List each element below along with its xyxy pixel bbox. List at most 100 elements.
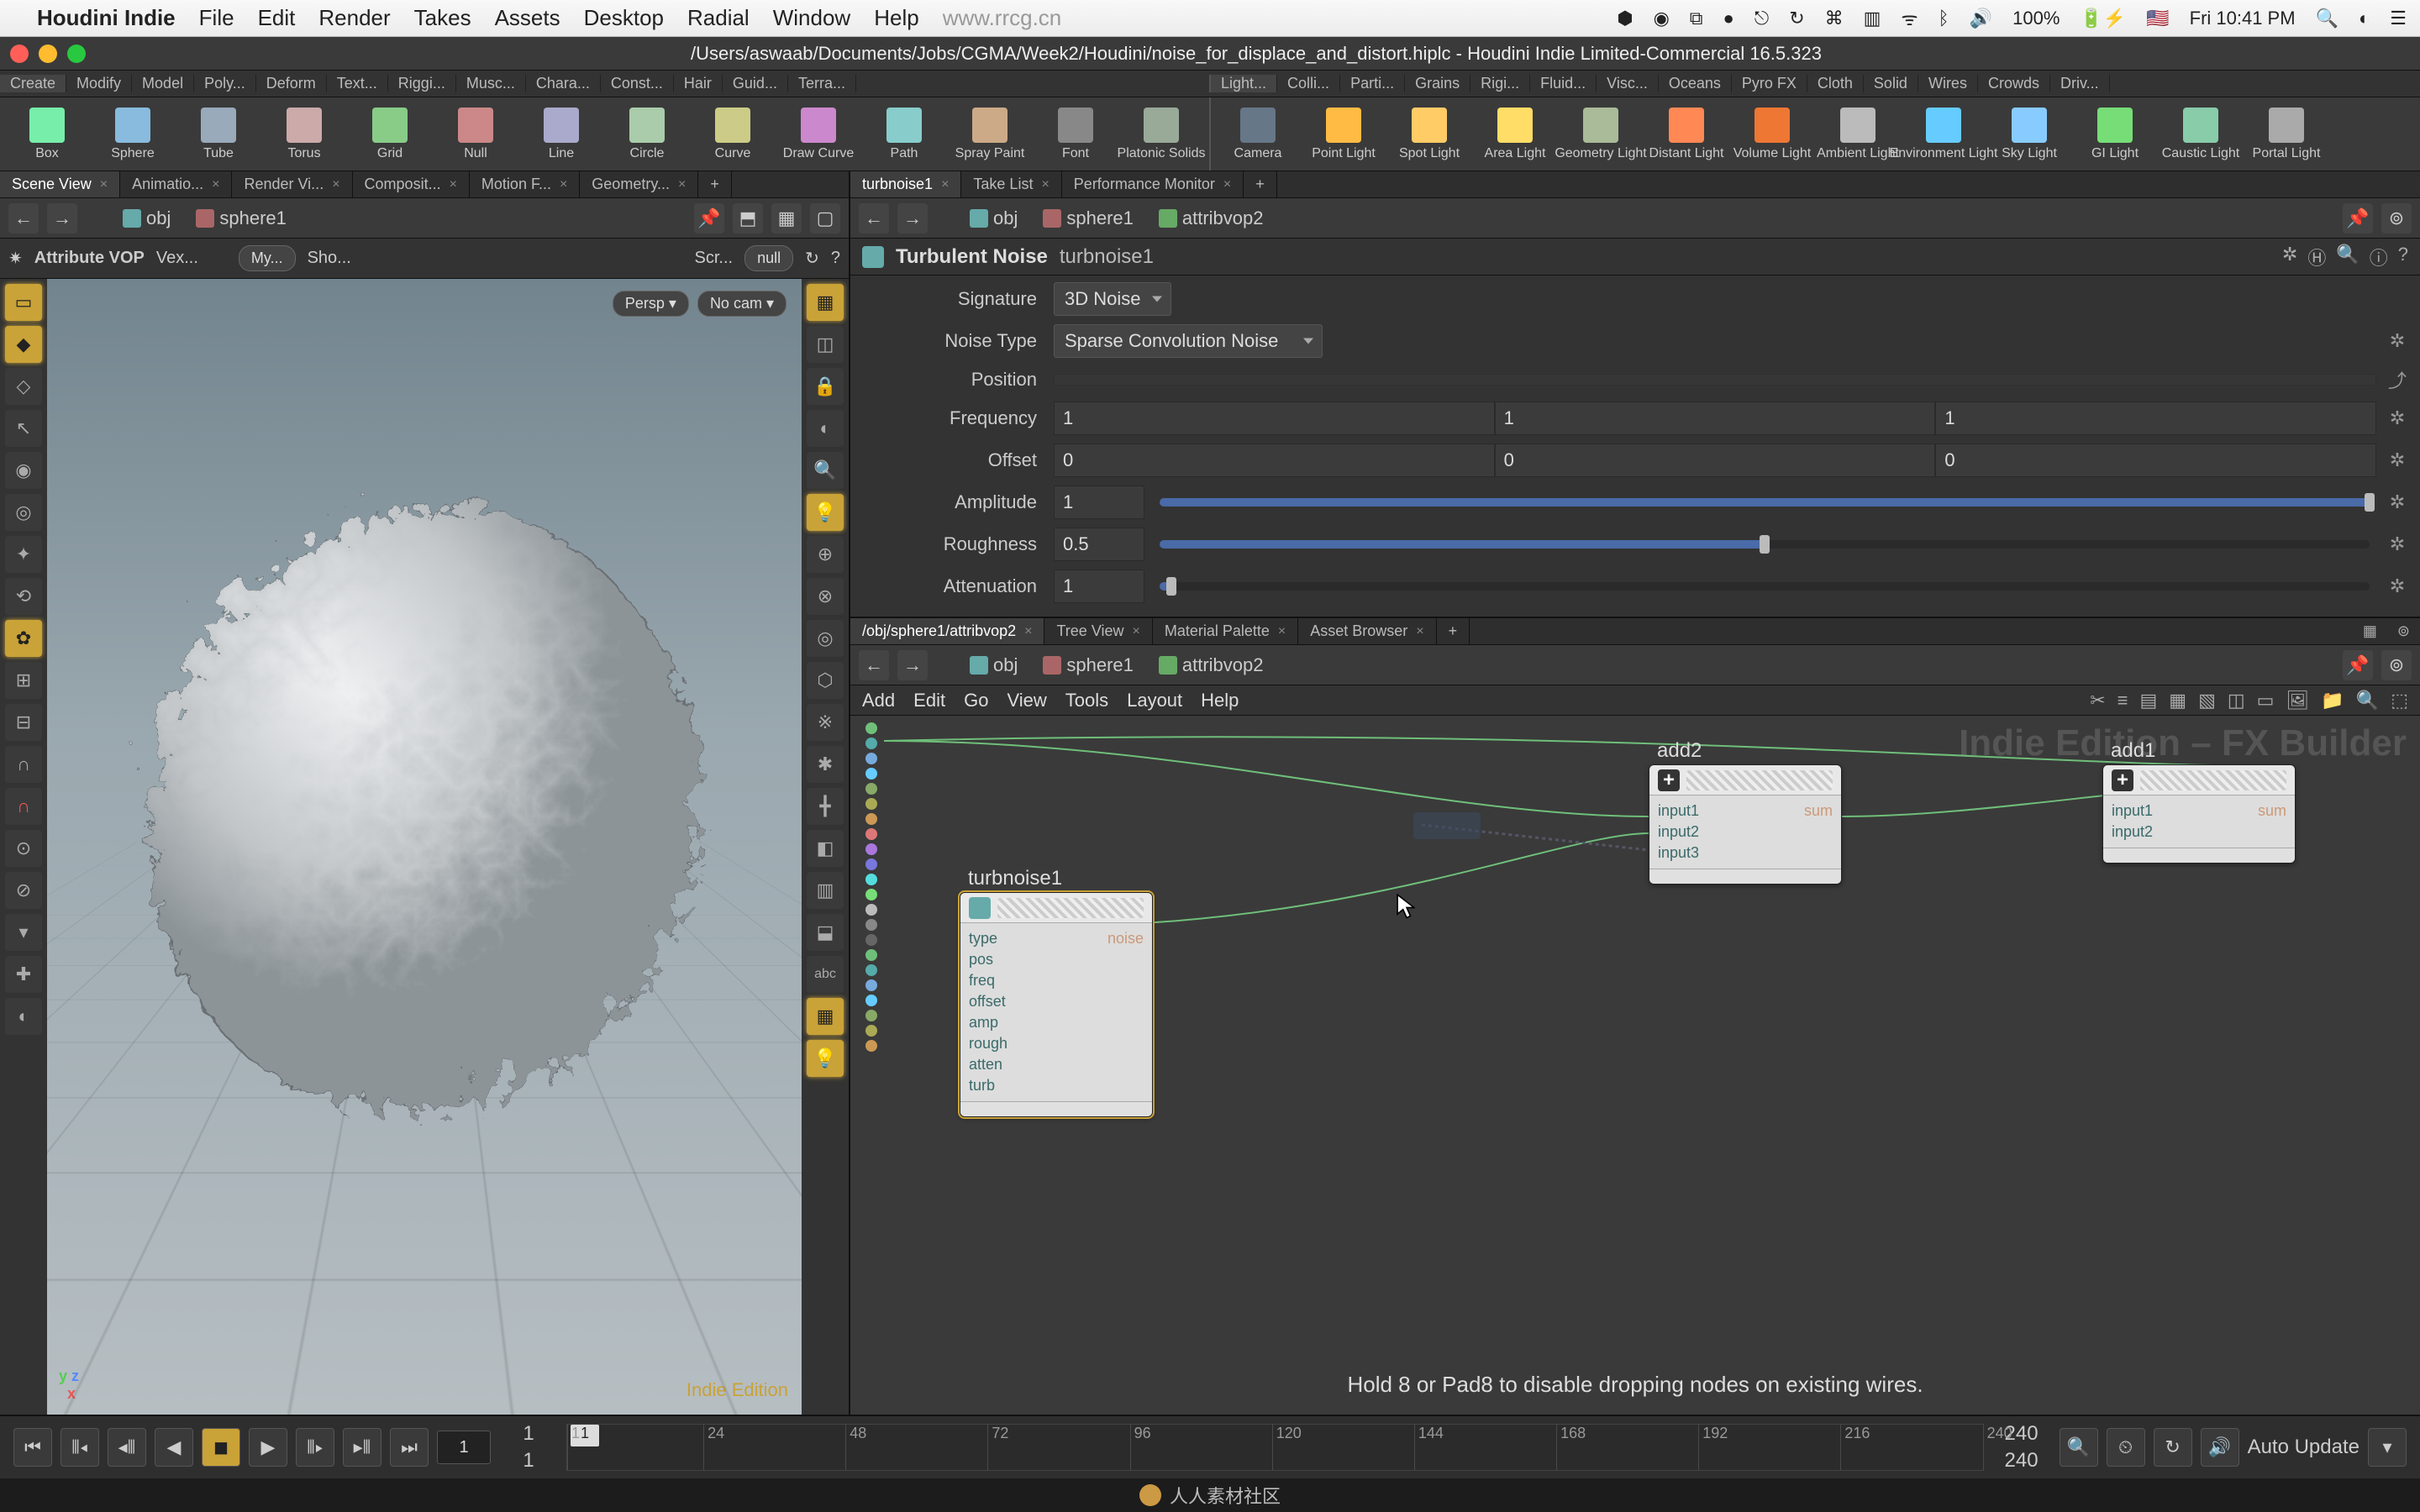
shelf-tool[interactable]: Curve (692, 101, 773, 168)
shelf-tool[interactable]: Point Light (1303, 101, 1384, 168)
shelf-tool[interactable]: Platonic Solids (1121, 101, 1202, 168)
clock[interactable]: Fri 10:41 PM (2190, 8, 2296, 29)
path-sphere1[interactable]: sphere1 (187, 204, 295, 233)
display-option-icon[interactable]: ▦ (807, 284, 844, 321)
tool-icon[interactable]: ◎ (5, 494, 42, 531)
status-icon[interactable]: ⬢ (1617, 8, 1633, 29)
global-input-port[interactable] (865, 858, 877, 870)
pane-tab[interactable]: Geometry...× (580, 171, 698, 197)
tool-icon[interactable]: ⊞ (5, 662, 42, 699)
off-y[interactable]: 0 (1495, 444, 1936, 477)
dropbox-icon[interactable]: ⧉ (1690, 8, 1703, 29)
light-icon[interactable]: 💡 (807, 494, 844, 531)
pin-icon[interactable]: 📌 (2343, 650, 2373, 680)
global-input-port[interactable] (865, 768, 877, 780)
shelf-tab[interactable]: Wires (1918, 75, 1978, 92)
options-icon[interactable]: ▦ (771, 203, 802, 234)
link-icon[interactable]: ⊚ (2381, 203, 2412, 234)
shelf-tab[interactable]: Parti... (1340, 75, 1405, 92)
global-input-port[interactable] (865, 919, 877, 931)
add-tab-button[interactable]: + (1244, 171, 1277, 197)
shelf-tab[interactable]: Crowds (1978, 75, 2050, 92)
magnet-tool[interactable]: ∩ (5, 788, 42, 825)
shelf-tool[interactable]: Path (864, 101, 944, 168)
global-input-port[interactable] (865, 949, 877, 961)
shelf-tool[interactable]: Portal Light (2246, 101, 2327, 168)
display-option-icon[interactable]: ⊕ (807, 536, 844, 573)
shelf-tab[interactable]: Grains (1405, 75, 1470, 92)
select-tool[interactable]: ▭ (5, 284, 42, 321)
net-menu-layout[interactable]: Layout (1127, 690, 1182, 711)
global-input-port[interactable] (865, 813, 877, 825)
tab-take-list[interactable]: Take List× (961, 171, 1061, 197)
filter-icon[interactable]: Ⓗ (2307, 244, 2326, 270)
amplitude-field[interactable]: 1 (1054, 486, 1144, 519)
app-name[interactable]: Houdini Indie (37, 5, 176, 31)
tool-icon[interactable]: ▾ (5, 914, 42, 951)
tab-turbnoise1[interactable]: turbnoise1× (850, 171, 961, 197)
pane-tab[interactable]: Animatio...× (120, 171, 232, 197)
display-option-icon[interactable]: ※ (807, 704, 844, 741)
menu-help[interactable]: Help (874, 5, 918, 31)
menu-render[interactable]: Render (318, 5, 390, 31)
status-icon[interactable]: ● (1723, 8, 1734, 29)
shelf-tool[interactable]: Ambient Light (1818, 101, 1898, 168)
camera-menu[interactable]: Persp ▾ (613, 291, 689, 317)
loop-button[interactable]: ↻ (2154, 1428, 2192, 1467)
forward-button[interactable]: → (897, 203, 928, 234)
shelf-tab[interactable]: Terra... (788, 75, 856, 92)
net-menu-help[interactable]: Help (1201, 690, 1239, 711)
display-option-icon[interactable]: ▦ (807, 998, 844, 1035)
shelf-tab[interactable]: Const... (601, 75, 674, 92)
net-icon[interactable]: ▤ (2139, 690, 2157, 711)
menu-radial[interactable]: Radial (687, 5, 750, 31)
shelf-tab[interactable]: Create (0, 75, 66, 92)
pane-tab[interactable]: Scene View× (0, 171, 120, 197)
tab-tree-view[interactable]: Tree View× (1044, 618, 1152, 644)
net-icon[interactable]: 🖼 (2286, 690, 2309, 711)
shelf-tab[interactable]: Cloth (1807, 75, 1864, 92)
net-icon[interactable]: ≡ (2118, 690, 2128, 711)
forward-button[interactable]: → (47, 203, 77, 234)
net-menu-add[interactable]: Add (862, 690, 895, 711)
display-option-icon[interactable]: ╋ (807, 788, 844, 825)
play-button[interactable]: ▶ (249, 1428, 287, 1467)
display-option-icon[interactable]: ⬡ (807, 662, 844, 699)
global-input-port[interactable] (865, 753, 877, 764)
global-input-port[interactable] (865, 964, 877, 976)
pin-icon[interactable]: 📌 (2343, 203, 2373, 234)
abc-label-icon[interactable]: abc (807, 956, 844, 993)
node-add2[interactable]: + input1sum input2input3 (1649, 764, 1842, 885)
timeline-track[interactable]: 1 124487296120144168192216240 (566, 1424, 1984, 1471)
jump-icon[interactable]: ⤴ (2385, 366, 2410, 393)
step-fwd-button[interactable]: ⦀▸ (296, 1428, 334, 1467)
shelf-tab[interactable]: Text... (327, 75, 388, 92)
freq-x[interactable]: 1 (1054, 402, 1495, 435)
add-tab-button[interactable]: + (1437, 618, 1470, 644)
nocam-menu[interactable]: No cam ▾ (697, 291, 786, 317)
status-icon[interactable]: ◉ (1654, 8, 1670, 29)
shelf-tool[interactable]: Distant Light (1646, 101, 1727, 168)
play-reverse-button[interactable]: ◀ (155, 1428, 193, 1467)
shelf-tool[interactable]: Sky Light (1989, 101, 2070, 168)
tool-icon[interactable]: ◉ (5, 452, 42, 489)
zoom-window-button[interactable] (67, 45, 86, 63)
info-icon[interactable]: ⓘ (2370, 244, 2388, 270)
back-button[interactable]: ← (859, 650, 889, 680)
global-input-port[interactable] (865, 874, 877, 885)
minimize-window-button[interactable] (39, 45, 57, 63)
global-input-port[interactable] (865, 1010, 877, 1021)
global-input-port[interactable] (865, 995, 877, 1006)
siri-icon[interactable]: ◐ (2359, 8, 2370, 29)
freq-z[interactable]: 1 (1935, 402, 2376, 435)
tab-asset-browser[interactable]: Asset Browser× (1298, 618, 1436, 644)
roughness-slider[interactable] (1160, 540, 2370, 549)
back-button[interactable]: ← (8, 203, 39, 234)
shelf-tab[interactable]: Oceans (1659, 75, 1732, 92)
global-input-port[interactable] (865, 904, 877, 916)
tool-icon[interactable]: ⊘ (5, 872, 42, 909)
display-option-icon[interactable]: ▥ (807, 872, 844, 909)
keyframe-prev-button[interactable]: ⦀◂ (60, 1428, 99, 1467)
shelf-tool[interactable]: Font (1035, 101, 1116, 168)
battery-icon[interactable]: 🔋⚡ (2080, 8, 2126, 29)
